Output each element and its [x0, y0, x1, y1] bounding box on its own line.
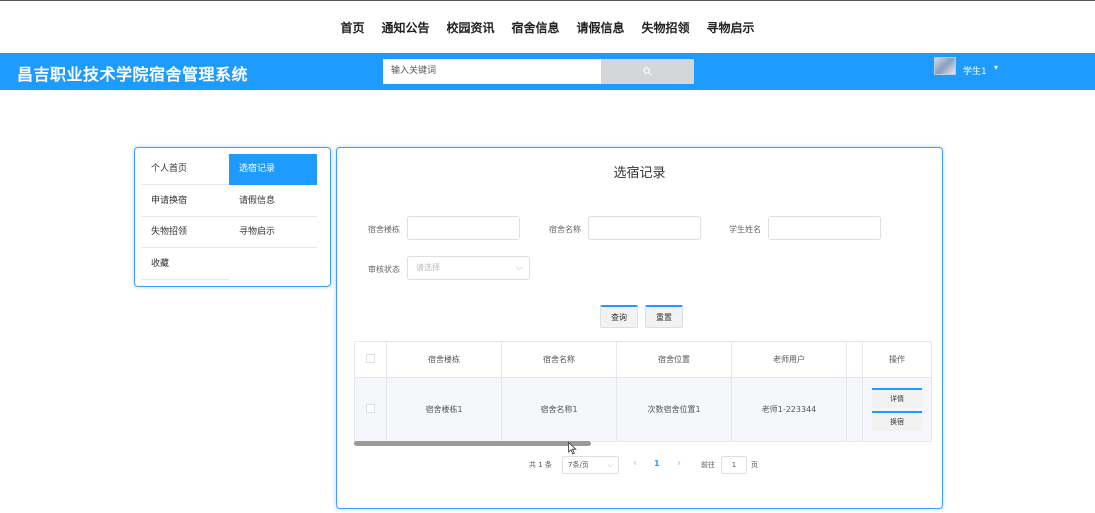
records-table: 宿舍楼栋 宿舍名称 宿舍位置 老师用户 操作 宿舍楼栋1 宿舍名称1 次数宿舍位… — [354, 341, 932, 442]
col-blank — [846, 341, 863, 378]
site-title: 昌吉职业技术学院宿舍管理系统 — [17, 65, 249, 84]
select-all-cell[interactable] — [354, 341, 387, 378]
status-label: 审核状态 — [368, 265, 400, 274]
chevron-down-icon: ⌵ — [515, 263, 522, 272]
menu-item-personal-home[interactable]: 个人首页 — [141, 154, 229, 185]
cell-blank — [846, 377, 863, 442]
nav-notices[interactable]: 通知公告 — [381, 19, 429, 36]
nav-lost-found[interactable]: 失物招领 — [642, 19, 690, 36]
search-icon — [643, 67, 652, 76]
change-dorm-button[interactable]: 换宿 — [872, 411, 922, 431]
col-building: 宿舍楼栋 — [386, 341, 502, 378]
top-nav: 首页 通知公告 校园资讯 宿舍信息 请假信息 失物招领 寻物启示 — [0, 0, 1095, 53]
goto-label: 前往 — [701, 461, 715, 469]
prev-page-button[interactable]: ‹ — [633, 458, 637, 469]
query-button[interactable]: 查询 — [600, 305, 638, 328]
reset-button[interactable]: 重置 — [645, 305, 683, 328]
status-placeholder: 请选择 — [416, 263, 440, 272]
select-all-checkbox[interactable] — [366, 354, 375, 363]
menu-item-lost-notice[interactable]: 寻物启示 — [229, 217, 317, 248]
row-select-cell[interactable] — [354, 377, 387, 442]
col-room: 宿舍名称 — [501, 341, 617, 378]
status-select[interactable]: 请选择 ⌵ — [407, 256, 530, 280]
cell-location: 次数宿舍位置1 — [616, 377, 732, 442]
goto-suffix: 页 — [751, 461, 758, 469]
table-row: 宿舍楼栋1 宿舍名称1 次数宿舍位置1 老师1-223344 详情 换宿 — [354, 377, 932, 442]
pagination-total: 共 1 条 — [529, 461, 552, 469]
chevron-down-icon[interactable]: ▾ — [994, 63, 998, 72]
building-label: 宿舍楼栋 — [368, 225, 400, 234]
page-size-value: 7条/页 — [568, 461, 589, 469]
search-button[interactable] — [601, 59, 694, 84]
col-teacher: 老师用户 — [731, 341, 847, 378]
page-size-select[interactable]: 7条/页 ⌵ — [562, 456, 619, 474]
header-bar: 昌吉职业技术学院宿舍管理系统 输入关键词 学生1 ▾ — [0, 53, 1095, 90]
next-page-button[interactable]: › — [677, 458, 681, 469]
search-input[interactable]: 输入关键词 — [383, 59, 601, 84]
menu-item-lost-found[interactable]: 失物招领 — [141, 217, 229, 248]
menu-item-apply-change[interactable]: 申请换宿 — [141, 186, 229, 217]
building-input[interactable] — [407, 216, 520, 240]
page-title: 选宿记录 — [613, 166, 666, 181]
room-label: 宿舍名称 — [549, 225, 581, 234]
mouse-cursor-icon — [568, 442, 577, 455]
side-menu: 个人首页 选宿记录 申请换宿 请假信息 失物招领 寻物启示 收藏 — [134, 147, 331, 287]
cell-teacher: 老师1-223344 — [731, 377, 847, 442]
col-actions: 操作 — [862, 341, 932, 378]
cell-actions: 详情 换宿 — [862, 377, 932, 442]
user-name[interactable]: 学生1 — [963, 64, 987, 77]
row-checkbox[interactable] — [366, 404, 375, 413]
cell-room: 宿舍名称1 — [501, 377, 617, 442]
menu-item-favorites[interactable]: 收藏 — [141, 249, 229, 280]
nav-home[interactable]: 首页 — [340, 19, 364, 36]
nav-lost-notice[interactable]: 寻物启示 — [707, 19, 755, 36]
nav-dorm-info[interactable]: 宿舍信息 — [511, 19, 559, 36]
student-label: 学生姓名 — [729, 225, 761, 234]
student-input[interactable] — [768, 216, 881, 240]
avatar[interactable] — [934, 57, 956, 75]
nav-campus-news[interactable]: 校园资讯 — [446, 19, 494, 36]
goto-page-input[interactable]: 1 — [721, 456, 747, 474]
horizontal-scrollbar[interactable] — [354, 441, 591, 446]
col-location: 宿舍位置 — [616, 341, 732, 378]
room-input[interactable] — [588, 216, 701, 240]
current-page[interactable]: 1 — [654, 459, 660, 468]
cell-building: 宿舍楼栋1 — [386, 377, 502, 442]
menu-item-dorm-records[interactable]: 选宿记录 — [229, 154, 317, 185]
chevron-down-icon: ⌵ — [607, 461, 613, 469]
detail-button[interactable]: 详情 — [872, 388, 922, 408]
records-panel: 选宿记录 宿舍楼栋 宿舍名称 学生姓名 审核状态 请选择 ⌵ 查询 重置 宿舍楼… — [336, 147, 943, 509]
nav-leave-info[interactable]: 请假信息 — [577, 19, 625, 36]
menu-item-leave-info[interactable]: 请假信息 — [229, 186, 317, 217]
table-header-row: 宿舍楼栋 宿舍名称 宿舍位置 老师用户 操作 — [354, 341, 932, 378]
